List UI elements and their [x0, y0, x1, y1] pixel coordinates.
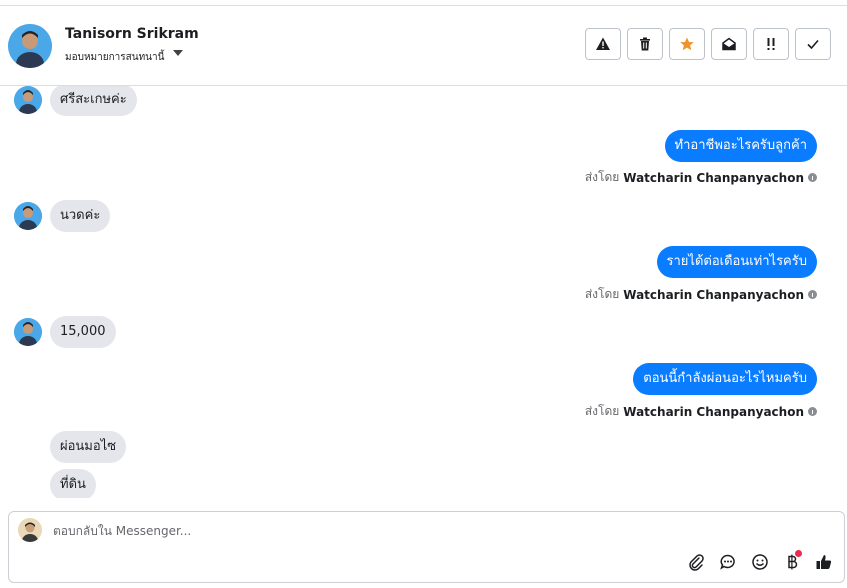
message-bubble[interactable]: ผ่อนมอไซ — [50, 431, 127, 463]
thumbs-up-icon — [816, 555, 832, 569]
warning-icon — [596, 37, 610, 50]
paperclip-icon — [689, 554, 704, 571]
incoming-message-row: นวดค่ะ — [14, 200, 111, 232]
star-button[interactable] — [669, 28, 705, 60]
message-bubble[interactable]: ที่ดิน — [50, 469, 96, 498]
message-bubble[interactable]: ศรีสะเกษค่ะ — [50, 86, 137, 116]
info-icon[interactable] — [808, 407, 817, 416]
star-icon — [680, 37, 694, 51]
attach-button[interactable] — [686, 552, 706, 572]
sent-by-line: ส่งโดย Watcharin Chanpanyachon — [585, 402, 817, 421]
header-toolbar — [585, 28, 831, 60]
envelope-open-icon — [722, 37, 736, 51]
caret-down-icon[interactable] — [173, 50, 183, 56]
sent-by-prefix: ส่งโดย — [584, 404, 620, 418]
assign-conversation-link[interactable]: มอบหมายการสนทนานี้ — [65, 50, 164, 65]
notification-dot — [795, 550, 802, 557]
delete-button[interactable] — [627, 28, 663, 60]
message-thread: ศรีสะเกษค่ะ ทำอาชีพอะไรครับลูกค้า ส่งโดย… — [0, 86, 847, 498]
agent-name[interactable]: Watcharin Chanpanyachon — [623, 171, 804, 185]
emoji-button[interactable] — [750, 552, 770, 572]
exclamation-icon — [767, 38, 775, 50]
trash-icon — [640, 37, 650, 51]
incoming-message-row: ผ่อนมอไซ — [50, 431, 127, 463]
like-button[interactable] — [814, 552, 834, 572]
info-icon[interactable] — [808, 173, 817, 182]
saved-replies-button[interactable] — [718, 552, 738, 572]
sent-by-line: ส่งโดย Watcharin Chanpanyachon — [585, 168, 817, 187]
composer-actions — [686, 550, 834, 572]
message-bubble-outgoing[interactable]: ตอนนี้กำลังผ่อนอะไรไหมครับ — [633, 363, 817, 395]
sent-by-line: ส่งโดย Watcharin Chanpanyachon — [585, 285, 817, 304]
agent-name[interactable]: Watcharin Chanpanyachon — [623, 405, 804, 419]
contact-avatar-small — [14, 86, 42, 114]
incoming-message-row: 15,000 — [14, 316, 116, 348]
mark-unread-button[interactable] — [711, 28, 747, 60]
message-bubble[interactable]: นวดค่ะ — [50, 200, 111, 232]
incoming-message-row: ศรีสะเกษค่ะ — [14, 86, 137, 116]
spam-button[interactable] — [585, 28, 621, 60]
agent-name[interactable]: Watcharin Chanpanyachon — [623, 288, 804, 302]
contact-avatar-small — [14, 202, 42, 230]
info-icon[interactable] — [808, 290, 817, 299]
chat-bubble-icon — [720, 554, 735, 570]
smiley-icon — [752, 554, 768, 570]
message-bubble-outgoing[interactable]: ทำอาชีพอะไรครับลูกค้า — [664, 130, 817, 162]
incoming-message-row: ที่ดิน — [50, 469, 96, 498]
message-bubble-outgoing[interactable]: รายได้ต่อเดือนเท่าไรครับ — [656, 246, 817, 278]
check-icon — [807, 39, 819, 50]
sent-by-prefix: ส่งโดย — [584, 287, 620, 301]
reply-input[interactable] — [53, 524, 653, 538]
message-bubble[interactable]: 15,000 — [50, 316, 116, 348]
payment-button[interactable] — [782, 550, 802, 572]
contact-name[interactable]: Tanisorn Srikram — [65, 26, 199, 42]
contact-avatar[interactable] — [8, 24, 52, 68]
contact-avatar-small — [14, 318, 42, 346]
page-avatar — [18, 518, 42, 542]
mark-done-button[interactable] — [795, 28, 831, 60]
reply-composer — [8, 511, 845, 583]
follow-up-button[interactable] — [753, 28, 789, 60]
conversation-header: Tanisorn Srikram มอบหมายการสนทนานี้ — [0, 6, 847, 86]
sent-by-prefix: ส่งโดย — [584, 170, 620, 184]
